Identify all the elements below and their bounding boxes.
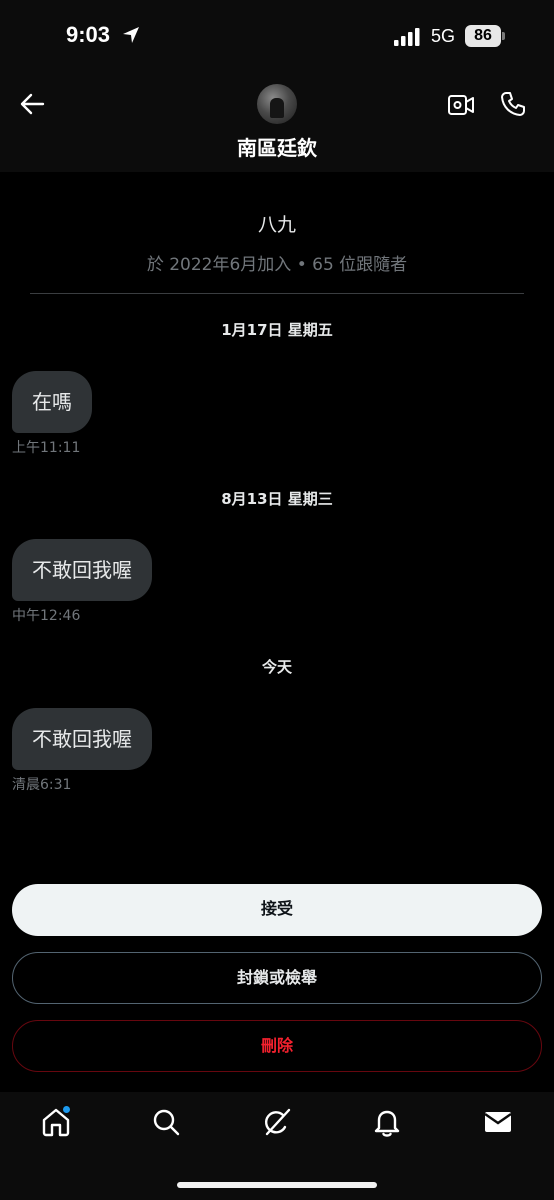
notification-dot (62, 1105, 71, 1114)
profile-meta: 於 2022年6月加入 • 65 位跟隨者 (146, 255, 408, 275)
divider (30, 293, 524, 294)
date-separator: 今天 (261, 658, 292, 676)
signal-icon (394, 28, 420, 46)
message-time: 清晨6:31 (12, 777, 72, 793)
message-bubble[interactable]: 不敢回我喔 (12, 539, 152, 601)
search-icon[interactable] (150, 1106, 182, 1138)
network-type: 5G (431, 26, 456, 46)
mail-icon[interactable] (482, 1106, 514, 1138)
back-arrow-icon[interactable] (18, 90, 46, 118)
avatar[interactable] (257, 84, 297, 124)
message-time: 上午11:11 (12, 440, 81, 456)
grok-icon[interactable] (261, 1106, 293, 1138)
location-arrow-icon (123, 27, 139, 43)
conversation-header: 南區廷欽 (0, 70, 554, 172)
message-time: 中午12:46 (12, 608, 81, 624)
battery-tip (502, 32, 505, 40)
message-bubble[interactable]: 不敢回我喔 (12, 708, 152, 770)
status-bar: 9:03 5G 86 (0, 0, 554, 70)
status-time: 9:03 (66, 22, 111, 47)
delete-button[interactable]: 刪除 (12, 1020, 542, 1072)
battery-icon: 86 (465, 25, 501, 47)
bell-icon[interactable] (371, 1106, 403, 1138)
date-separator: 1月17日 星期五 (221, 321, 333, 339)
message-bubble[interactable]: 在嗎 (12, 371, 92, 433)
bottom-nav (0, 1092, 554, 1200)
date-separator: 8月13日 星期三 (221, 490, 333, 508)
profile-handle: 八九 (257, 214, 296, 236)
accept-button[interactable]: 接受 (12, 884, 542, 936)
block-report-button[interactable]: 封鎖或檢舉 (12, 952, 542, 1004)
home-indicator (177, 1182, 377, 1188)
phone-call-icon[interactable] (499, 90, 527, 118)
contact-name[interactable]: 南區廷欽 (0, 132, 554, 161)
video-call-icon[interactable] (447, 92, 475, 118)
